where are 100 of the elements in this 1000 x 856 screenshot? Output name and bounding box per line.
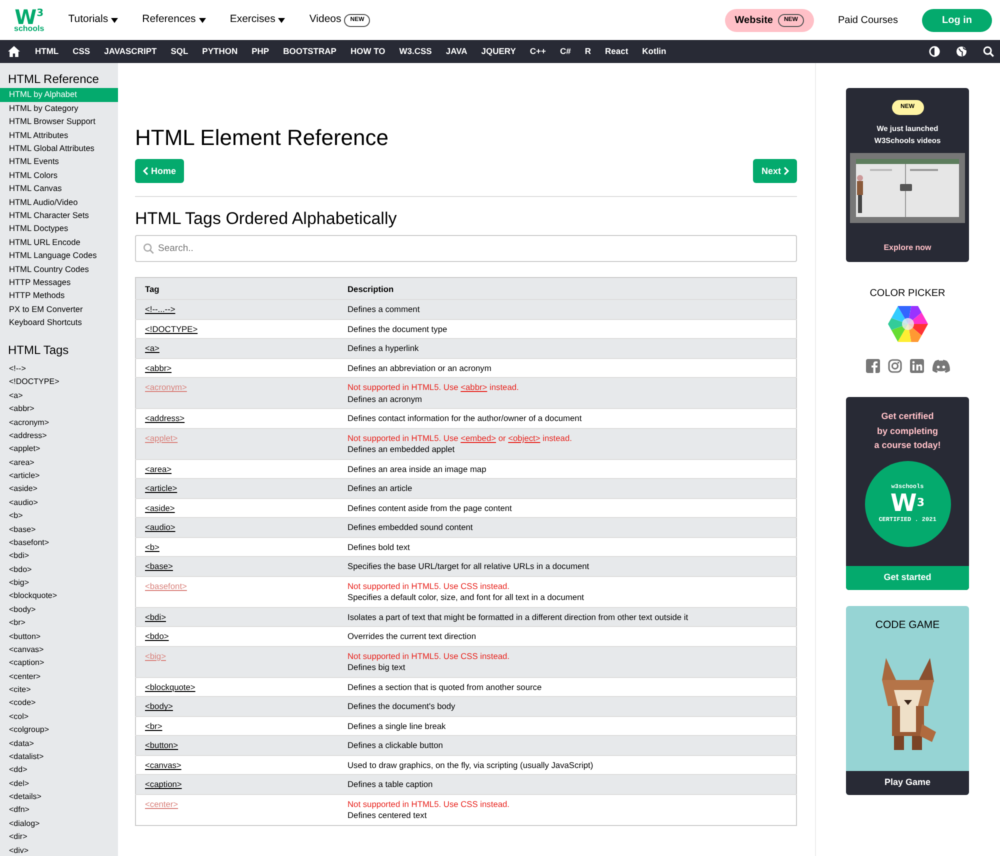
tag-link[interactable]: <address> bbox=[145, 413, 185, 424]
sidebar-link[interactable]: HTML Audio/Video bbox=[0, 196, 118, 210]
nav-link[interactable]: Kotlin bbox=[635, 40, 674, 63]
sidebar-link[interactable]: HTML URL Encode bbox=[0, 236, 118, 250]
menu-link[interactable]: Exercises bbox=[230, 12, 286, 28]
sidebar-link[interactable]: <big> bbox=[0, 576, 118, 590]
sidebar-link[interactable]: Keyboard Shortcuts bbox=[0, 316, 118, 330]
linkedin-icon[interactable] bbox=[910, 359, 924, 373]
sidebar-link[interactable]: <dir> bbox=[0, 830, 118, 844]
contrast-icon[interactable] bbox=[929, 46, 940, 57]
sidebar-link[interactable]: <abbr> bbox=[0, 402, 118, 416]
tag-link[interactable]: <base> bbox=[145, 561, 173, 572]
tag-link[interactable]: <!DOCTYPE> bbox=[145, 324, 198, 334]
sidebar-link[interactable]: <a> bbox=[0, 388, 118, 402]
tag-link[interactable]: <abbr> bbox=[460, 382, 488, 392]
tag-link[interactable]: <a> bbox=[145, 343, 160, 354]
tag-link[interactable]: <br> bbox=[145, 720, 162, 731]
tag-link[interactable]: <caption> bbox=[145, 779, 182, 790]
nav-link[interactable]: JQUERY bbox=[474, 40, 523, 63]
tag-link[interactable]: <canvas> bbox=[145, 760, 182, 770]
nav-link[interactable]: C# bbox=[552, 40, 578, 63]
sidebar-link[interactable]: <del> bbox=[0, 776, 118, 790]
nav-link[interactable]: W3.CSS bbox=[392, 40, 439, 63]
sidebar-link[interactable]: HTML Canvas bbox=[0, 182, 118, 196]
tag-link[interactable]: <!--...--> bbox=[145, 304, 176, 314]
sidebar-link[interactable]: <!--> bbox=[0, 362, 118, 376]
sidebar-link[interactable]: <cite> bbox=[0, 683, 118, 696]
sidebar-link[interactable]: <data> bbox=[0, 736, 118, 750]
sidebar-link[interactable]: <datalist> bbox=[0, 750, 118, 764]
discord-icon[interactable] bbox=[932, 359, 950, 373]
sidebar-link[interactable]: <!DOCTYPE> bbox=[0, 375, 118, 389]
sidebar-link[interactable]: <dfn> bbox=[0, 803, 118, 817]
sidebar-link[interactable]: <body> bbox=[0, 602, 118, 616]
tag-link[interactable]: <article> bbox=[145, 483, 178, 494]
sidebar-link[interactable]: <address> bbox=[0, 428, 118, 442]
tag-link[interactable]: <button> bbox=[145, 740, 178, 750]
globe-icon[interactable] bbox=[956, 46, 967, 57]
sidebar-link[interactable]: HTML Attributes bbox=[0, 128, 118, 142]
sidebar-link[interactable]: <details> bbox=[0, 790, 118, 804]
tag-link[interactable]: <aside> bbox=[145, 502, 175, 513]
menu-link[interactable]: References bbox=[142, 12, 206, 28]
explore-link[interactable]: Explore now bbox=[884, 242, 932, 254]
nav-link[interactable]: SQL bbox=[164, 40, 196, 63]
tag-link[interactable]: <blockquote> bbox=[145, 682, 196, 692]
nav-link[interactable]: JAVASCRIPT bbox=[97, 40, 164, 63]
tag-link[interactable]: <body> bbox=[145, 701, 173, 712]
sidebar-link[interactable]: HTML Language Codes bbox=[0, 249, 118, 263]
sidebar-link[interactable]: <article> bbox=[0, 469, 118, 482]
tag-link[interactable]: <embed> bbox=[460, 432, 496, 443]
sidebar-link[interactable]: HTML Doctypes bbox=[0, 222, 118, 236]
sidebar-link[interactable]: PX to EM Converter bbox=[0, 302, 118, 316]
sidebar-link[interactable]: HTML Character Sets bbox=[0, 209, 118, 222]
sidebar-link[interactable]: HTML Colors bbox=[0, 168, 118, 182]
sidebar-link[interactable]: <audio> bbox=[0, 496, 118, 510]
sidebar-link[interactable]: <applet> bbox=[0, 442, 118, 456]
sidebar-link[interactable]: HTML Browser Support bbox=[0, 115, 118, 129]
sidebar-link[interactable]: <blockquote> bbox=[0, 589, 118, 603]
sidebar-link[interactable]: <canvas> bbox=[0, 642, 118, 656]
nav-link[interactable]: PYTHON bbox=[195, 40, 245, 63]
sidebar-link[interactable]: <area> bbox=[0, 456, 118, 470]
sidebar-link[interactable]: <code> bbox=[0, 696, 118, 710]
tag-link[interactable]: <bdi> bbox=[145, 612, 166, 622]
home-icon[interactable] bbox=[8, 46, 20, 57]
tag-link[interactable]: <object> bbox=[508, 432, 540, 443]
tag-link[interactable]: <area> bbox=[145, 464, 172, 474]
nav-link[interactable]: CSS bbox=[66, 40, 98, 63]
sidebar-link[interactable]: HTML Global Attributes bbox=[0, 142, 118, 156]
sidebar-link[interactable]: <button> bbox=[0, 630, 118, 643]
search-icon[interactable] bbox=[983, 46, 994, 57]
sidebar-link[interactable]: <caption> bbox=[0, 656, 118, 670]
sidebar-link[interactable]: <acronym> bbox=[0, 416, 118, 429]
sidebar-link[interactable]: HTML Country Codes bbox=[0, 262, 118, 276]
nav-link[interactable]: BOOTSTRAP bbox=[276, 40, 344, 63]
nav-link[interactable]: C++ bbox=[522, 40, 553, 63]
nav-link[interactable]: React bbox=[598, 40, 636, 63]
nav-link[interactable]: HTML bbox=[28, 40, 66, 63]
sidebar-link[interactable]: HTML Events bbox=[0, 155, 118, 169]
sidebar-link[interactable]: <center> bbox=[0, 670, 118, 684]
paid-courses-link[interactable]: Paid Courses bbox=[838, 12, 898, 28]
sidebar-link[interactable]: <b> bbox=[0, 509, 118, 523]
color-picker-icon[interactable] bbox=[888, 305, 928, 343]
tag-link[interactable]: <audio> bbox=[145, 522, 176, 532]
sidebar-link[interactable]: HTTP Messages bbox=[0, 276, 118, 290]
play-game-button[interactable]: Play Game bbox=[846, 771, 969, 795]
menu-link[interactable]: Tutorials bbox=[68, 12, 118, 28]
nav-link[interactable]: R bbox=[578, 40, 598, 63]
sidebar-link[interactable]: <basefont> bbox=[0, 536, 118, 550]
sidebar-link[interactable]: <bdi> bbox=[0, 549, 118, 563]
instagram-icon[interactable] bbox=[888, 359, 902, 373]
sidebar-link[interactable]: <bdo> bbox=[0, 562, 118, 576]
facebook-icon[interactable] bbox=[866, 359, 880, 373]
sidebar-link[interactable]: HTML by Category bbox=[0, 102, 118, 116]
sidebar-link[interactable]: <colgroup> bbox=[0, 723, 118, 737]
sidebar-link[interactable]: <dd> bbox=[0, 763, 118, 777]
search-field[interactable]: Search.. bbox=[135, 234, 797, 262]
sidebar-link[interactable]: <br> bbox=[0, 616, 118, 630]
sidebar-link[interactable]: <col> bbox=[0, 710, 118, 724]
nav-link[interactable]: PHP bbox=[244, 40, 276, 63]
sidebar-link[interactable]: <dialog> bbox=[0, 816, 118, 830]
sidebar-link[interactable]: HTTP Methods bbox=[0, 289, 118, 303]
